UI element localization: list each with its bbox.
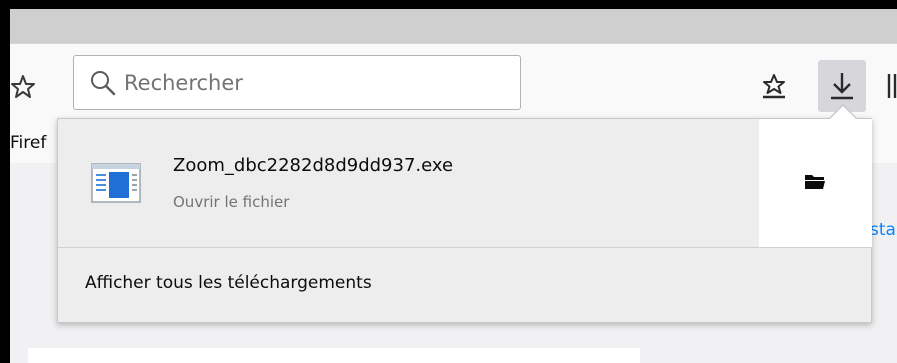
star-tray-icon[interactable] (760, 72, 788, 100)
search-input[interactable] (124, 66, 504, 100)
title-bar (10, 9, 897, 43)
page-content-block (28, 348, 640, 363)
download-file-name: Zoom_dbc2282d8d9dd937.exe (173, 155, 454, 176)
page-link[interactable]: sta (870, 220, 896, 240)
show-all-downloads-label: Afficher tous les téléchargements (85, 273, 372, 293)
star-icon[interactable] (10, 74, 36, 100)
panel-arrow-fill (829, 106, 857, 120)
download-arrow-icon (831, 73, 853, 100)
show-all-downloads-button[interactable]: Afficher tous les téléchargements (58, 248, 871, 322)
executable-file-icon (91, 163, 141, 208)
library-icon[interactable] (886, 70, 897, 102)
search-icon (90, 70, 116, 96)
downloads-panel: Zoom_dbc2282d8d9dd937.exe Ouvrir le fich… (57, 118, 872, 323)
bookmark-item[interactable]: Firef (10, 133, 46, 153)
download-status: Ouvrir le fichier (173, 193, 290, 211)
search-box[interactable] (73, 55, 521, 110)
folder-icon (805, 175, 825, 189)
download-item[interactable]: Zoom_dbc2282d8d9dd937.exe Ouvrir le fich… (58, 119, 758, 247)
open-folder-button[interactable] (759, 119, 872, 247)
